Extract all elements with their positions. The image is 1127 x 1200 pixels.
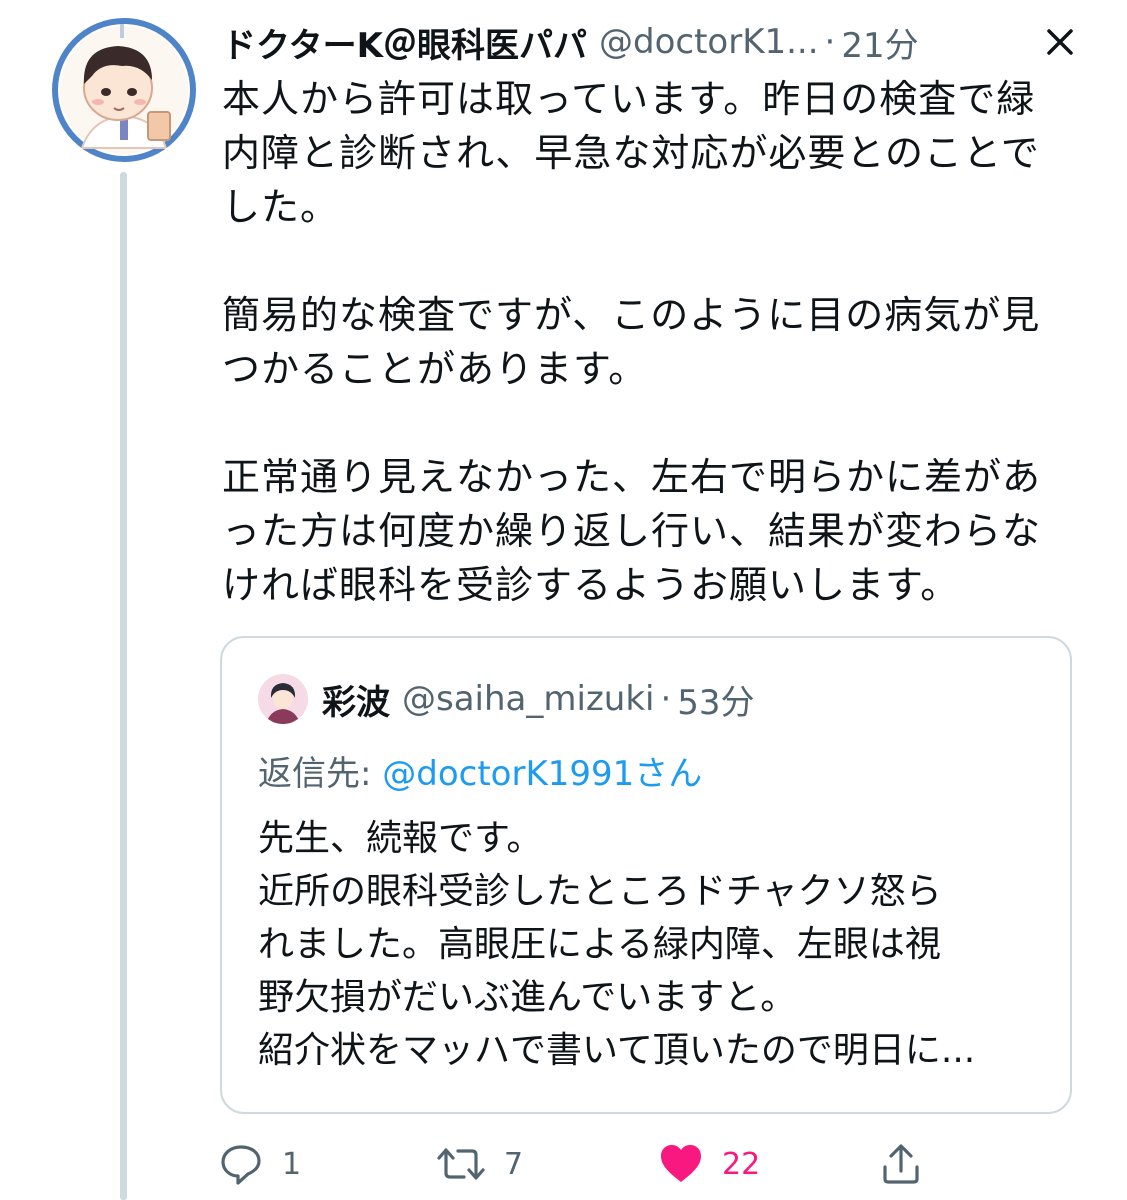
quoted-timestamp[interactable]: 53分 — [677, 675, 754, 724]
quoted-text-line: れました。高眼圧による緑内障、左眼は視 — [258, 924, 941, 965]
author-handle[interactable]: @doctorK1... — [599, 22, 819, 62]
share-button[interactable] — [878, 1136, 924, 1192]
reply-button[interactable]: 1 — [218, 1136, 301, 1192]
tweet-paragraph: 簡易的な検査ですが、このように目の病気が見つかることがあります。 — [222, 293, 1041, 391]
quoted-text-line: 先生、続報です。 — [258, 818, 543, 859]
quoted-author-avatar[interactable] — [258, 674, 308, 724]
tweet-text: 本人から許可は取っています。昨日の検査で緑内障と診断され、早急な対応が必要とのこ… — [222, 72, 1068, 612]
share-icon — [883, 1144, 919, 1184]
like-button[interactable]: 22 — [658, 1136, 760, 1192]
heart-icon — [661, 1145, 701, 1182]
author-avatar[interactable] — [52, 18, 196, 162]
retweet-button[interactable]: 7 — [436, 1136, 523, 1192]
like-count: 22 — [722, 1146, 761, 1182]
quoted-text: 先生、続報です。 近所の眼科受診したところドチャクソ怒ら れました。高眼圧による… — [258, 812, 1048, 1077]
quoted-text-line: 野欠損がだいぶ進んでいますと。 — [258, 977, 797, 1018]
reply-to-suffix: さん — [634, 754, 703, 794]
tweet-timestamp[interactable]: 21分 — [841, 18, 918, 67]
thread-line — [120, 172, 127, 1200]
reply-count: 1 — [282, 1146, 302, 1182]
close-button[interactable] — [1034, 20, 1086, 64]
quoted-separator: · — [660, 679, 672, 719]
header-separator: · — [824, 22, 836, 62]
quoted-header: 彩波 @saiha_mizuki · 53分 — [322, 674, 755, 724]
quoted-tweet-card[interactable]: 彩波 @saiha_mizuki · 53分 返信先: @doctorK1991… — [220, 636, 1072, 1114]
quoted-display-name[interactable]: 彩波 — [322, 675, 390, 724]
author-display-name[interactable]: ドクターK＠眼科医パパ — [222, 18, 587, 67]
tweet-header: ドクターK＠眼科医パパ @doctorK1... · 21分 — [222, 14, 1082, 70]
reply-icon — [221, 1145, 261, 1185]
avatar-illustration — [60, 24, 188, 154]
retweet-count: 7 — [504, 1146, 524, 1182]
tweet-action-bar: 1 7 22 — [218, 1136, 938, 1192]
reply-to-line: 返信先: @doctorK1991さん — [258, 746, 702, 795]
tweet-paragraph: 本人から許可は取っています。昨日の検査で緑内障と診断され、早急な対応が必要とのこ… — [222, 77, 1040, 229]
reply-to-mention[interactable]: @doctorK1991 — [382, 754, 634, 794]
close-icon — [1047, 29, 1073, 55]
tweet-paragraph: 正常通り見えなかった、左右で明らかに差があった方は何度か繰り返し行い、結果が変わ… — [222, 455, 1042, 607]
quoted-avatar-illustration — [258, 674, 308, 724]
retweet-icon — [437, 1148, 485, 1180]
quoted-text-line: 紹介状をマッハで書いて頂いたので明日に... — [258, 1030, 976, 1071]
quoted-text-line: 近所の眼科受診したところドチャクソ怒ら — [258, 871, 942, 912]
reply-to-prefix: 返信先: — [258, 754, 383, 794]
quoted-handle[interactable]: @saiha_mizuki — [402, 679, 654, 719]
